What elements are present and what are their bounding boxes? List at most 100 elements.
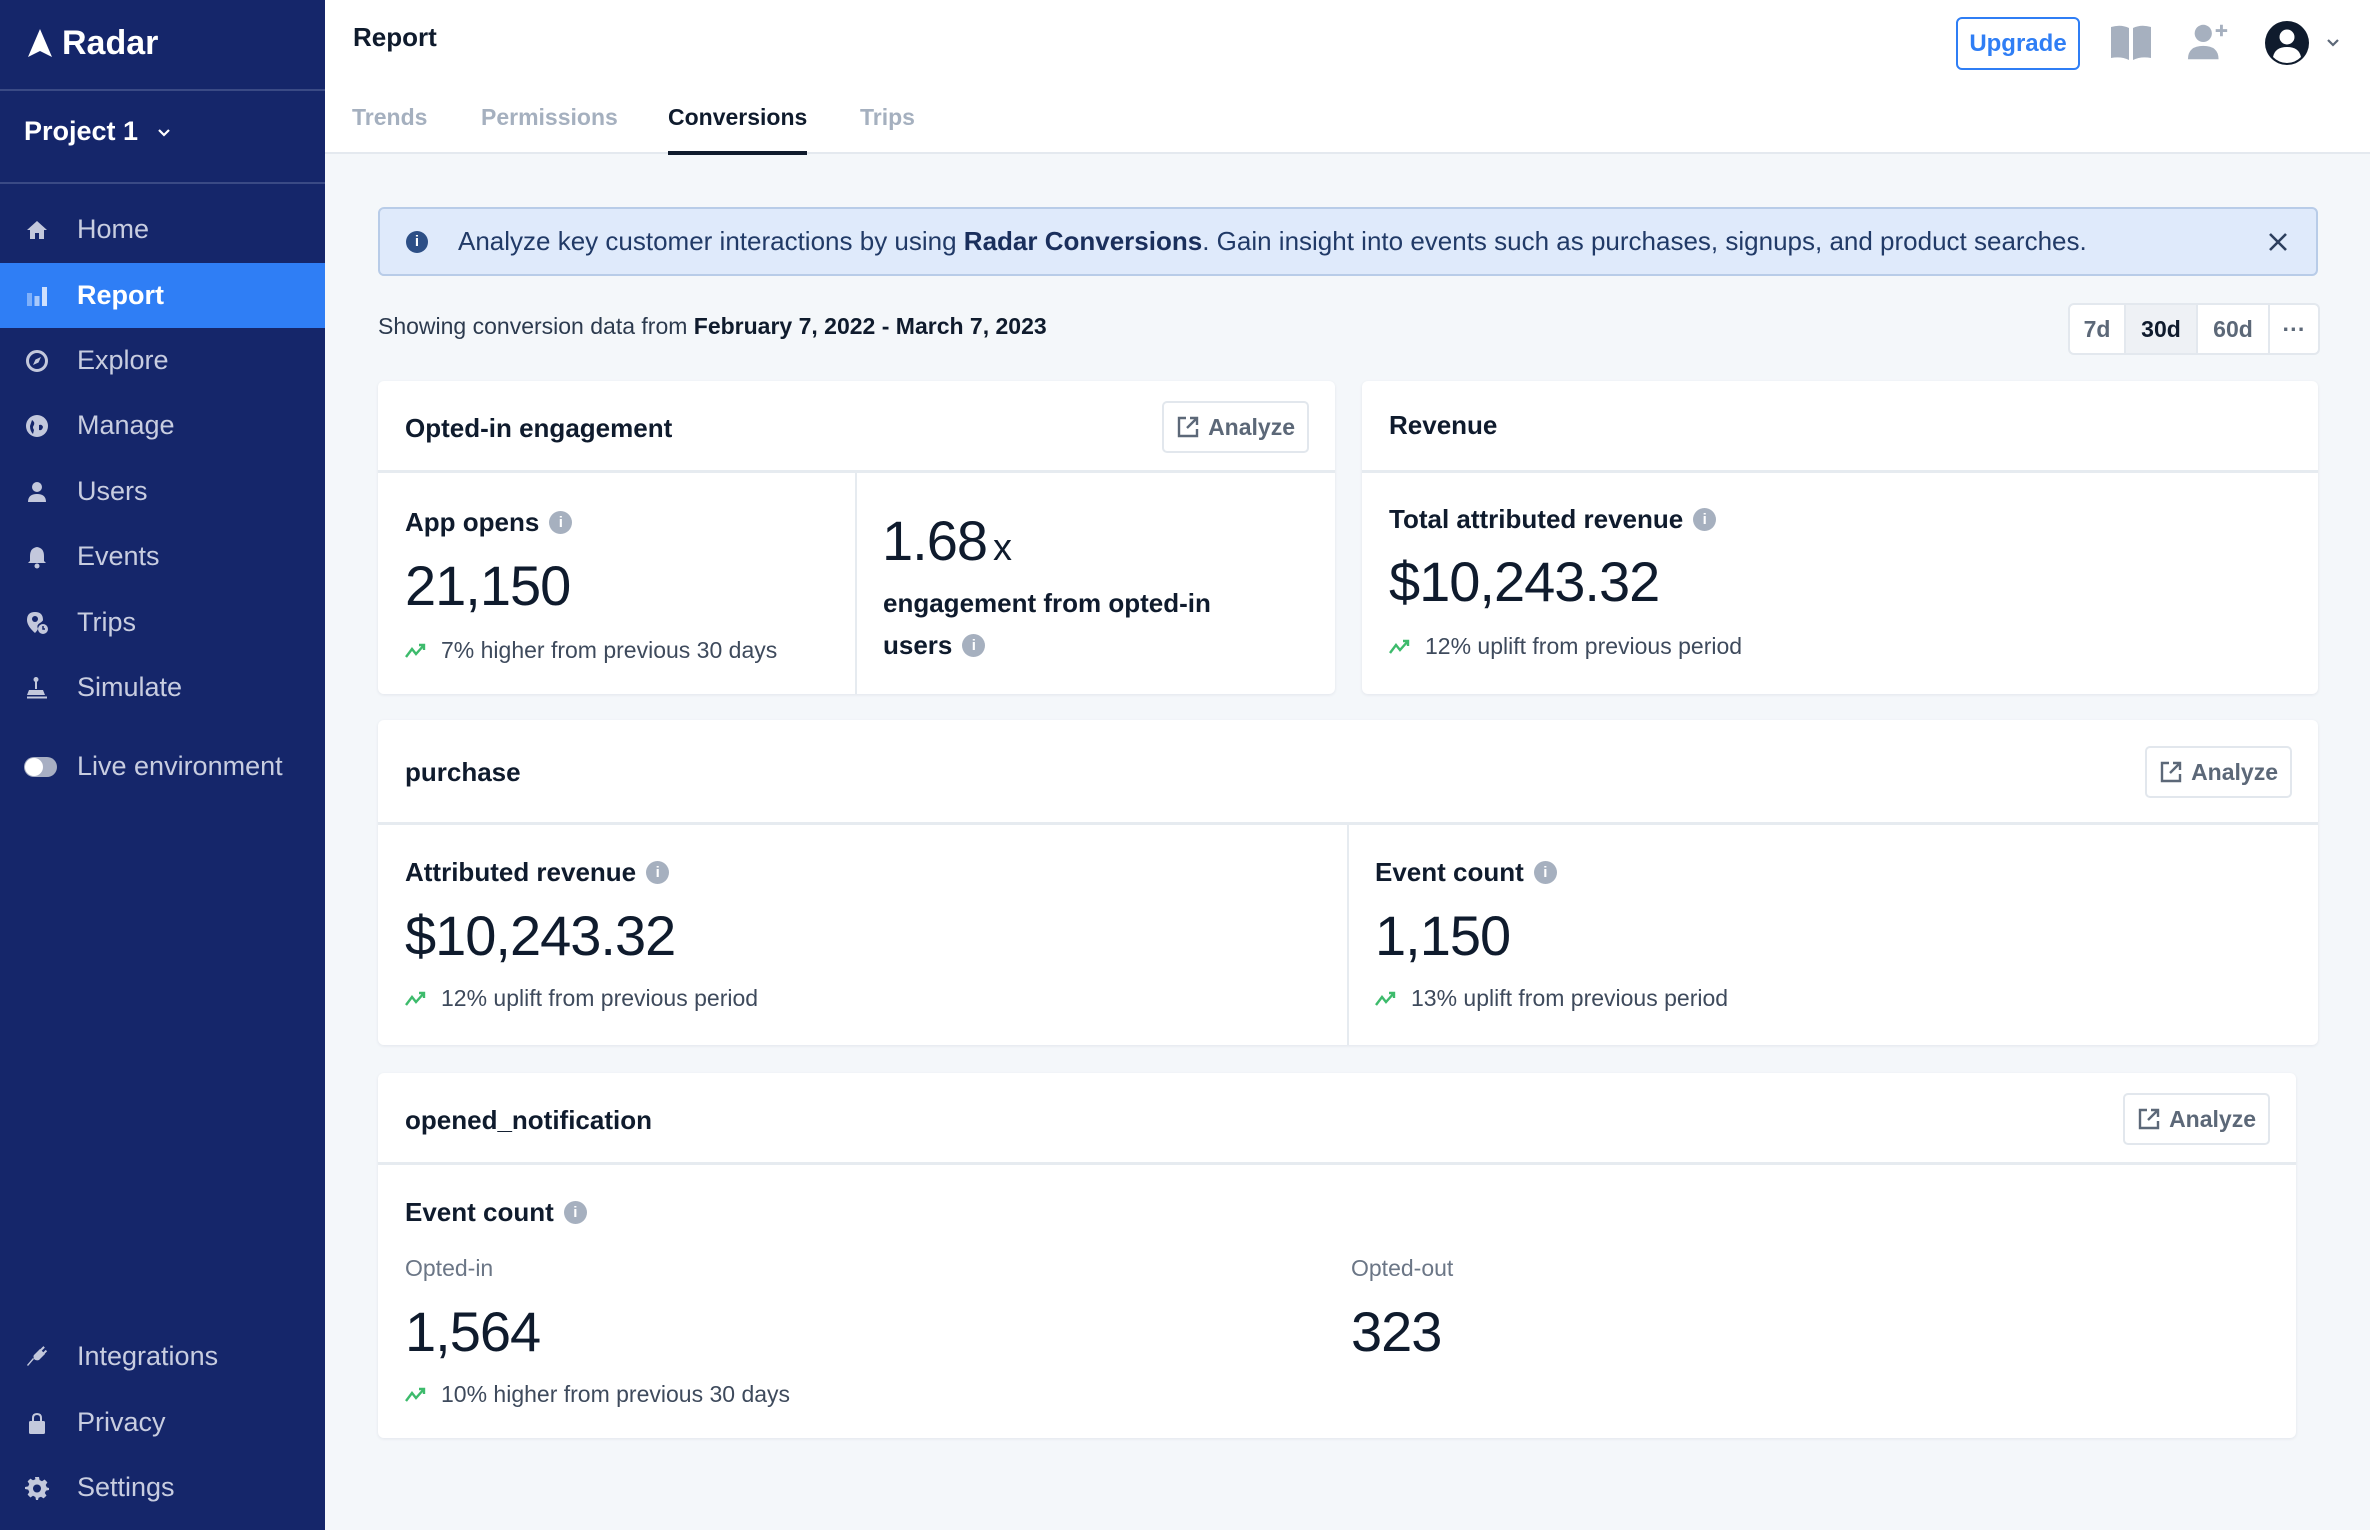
top-header: Report Trends Permissions Conversions Tr… <box>325 0 2370 155</box>
sidebar-item-report[interactable]: Report <box>0 263 325 328</box>
engagement-multiplier-label: engagement from opted-in <box>883 588 1211 618</box>
card-header: purchase Analyze <box>378 720 2318 825</box>
event-count-label: Event count i <box>1375 857 1557 888</box>
range-7d-button[interactable]: 7d <box>2070 305 2126 353</box>
live-environment-toggle[interactable]: Live environment <box>0 734 325 799</box>
sidebar-item-label: Settings <box>77 1472 175 1502</box>
trend-up-icon <box>405 991 426 1006</box>
close-icon[interactable] <box>2264 228 2292 256</box>
attributed-revenue-value: $10,243.32 <box>405 904 676 967</box>
event-count-trend: 13% uplift from previous period <box>1375 985 1728 1012</box>
start-date: February 7, 2022 <box>693 313 876 339</box>
plug-icon <box>24 1344 50 1370</box>
upgrade-button[interactable]: Upgrade <box>1956 17 2080 70</box>
sidebar-item-users[interactable]: Users <box>0 459 325 524</box>
globe-icon <box>24 413 50 439</box>
sidebar: Radar Project 1 Home Report Explore Mana… <box>0 0 325 1530</box>
bell-icon <box>24 544 50 570</box>
card-title: Opted-in engagement <box>405 413 673 443</box>
joystick-icon <box>24 675 50 701</box>
tab-trips[interactable]: Trips <box>860 104 915 154</box>
card-title: opened_notification <box>405 1105 652 1135</box>
opted-in-label: Opted-in <box>405 1255 494 1281</box>
app-opens-label: App opens i <box>405 507 573 538</box>
trend-up-icon <box>405 1387 426 1402</box>
end-date: March 7, 2023 <box>895 313 1047 339</box>
opted-in-trend: 10% higher from previous 30 days <box>405 1381 790 1408</box>
sidebar-item-integrations[interactable]: Integrations <box>0 1324 325 1389</box>
info-icon[interactable]: i <box>563 1201 587 1224</box>
sidebar-item-trips[interactable]: Trips <box>0 590 325 655</box>
range-60d-button[interactable]: 60d <box>2198 305 2270 353</box>
tab-trends[interactable]: Trends <box>352 104 427 154</box>
sidebar-item-label: Report <box>77 280 164 310</box>
info-icon[interactable]: i <box>1533 861 1557 884</box>
revenue-trend: 12% uplift from previous period <box>1389 633 1742 660</box>
card-header: Revenue <box>1362 381 2318 473</box>
toggle-switch[interactable] <box>24 756 57 777</box>
sidebar-item-label: Home <box>77 214 150 244</box>
vertical-divider <box>855 473 857 694</box>
opted-in-value: 1,564 <box>405 1300 541 1363</box>
live-environment-label: Live environment <box>77 751 283 781</box>
info-icon[interactable]: i <box>646 861 670 884</box>
radar-logo[interactable]: Radar <box>28 22 158 64</box>
total-attributed-revenue-value: $10,243.32 <box>1389 550 1660 613</box>
external-link-icon <box>1177 416 1199 438</box>
radar-conversions-link[interactable]: Radar Conversions <box>964 226 1202 256</box>
info-banner: i Analyze key customer interactions by u… <box>378 207 2318 276</box>
sidebar-item-label: Privacy <box>77 1407 166 1437</box>
sidebar-item-settings[interactable]: Settings <box>0 1455 325 1520</box>
external-link-icon <box>2138 1108 2160 1130</box>
banner-message: Analyze key customer interactions by usi… <box>458 226 2087 256</box>
sidebar-item-label: Integrations <box>77 1341 219 1371</box>
more-options-button[interactable]: ··· <box>2270 305 2318 353</box>
tab-conversions[interactable]: Conversions <box>668 104 808 155</box>
gear-icon <box>24 1475 50 1501</box>
info-icon[interactable]: i <box>549 511 573 534</box>
sidebar-item-home[interactable]: Home <box>0 197 325 262</box>
card-header: opened_notification Analyze <box>378 1073 2296 1165</box>
chevron-down-icon <box>158 128 170 137</box>
project-name: Project 1 <box>24 116 139 146</box>
info-icon[interactable]: i <box>1693 508 1717 531</box>
map-pin-clock-icon <box>24 610 50 636</box>
analyze-button[interactable]: Analyze <box>1162 401 1309 453</box>
sidebar-item-explore[interactable]: Explore <box>0 328 325 393</box>
engagement-multiplier-label-cont: users i <box>883 630 986 661</box>
trend-up-icon <box>1375 991 1396 1006</box>
compass-icon <box>24 348 50 374</box>
sidebar-item-label: Manage <box>77 410 175 440</box>
lock-icon <box>24 1410 50 1436</box>
tab-permissions[interactable]: Permissions <box>481 104 618 154</box>
radar-arrow-icon <box>28 29 52 57</box>
sidebar-item-manage[interactable]: Manage <box>0 393 325 458</box>
sidebar-item-simulate[interactable]: Simulate <box>0 655 325 720</box>
revenue-card: Revenue Total attributed revenue i $10,24… <box>1362 381 2318 694</box>
sidebar-item-label: Explore <box>77 345 169 375</box>
project-selector[interactable]: Project 1 <box>24 116 172 147</box>
engagement-multiplier: 1.68 x <box>882 509 1012 572</box>
page-title: Report <box>353 22 437 52</box>
purchase-card: purchase Analyze Attributed revenue i $10… <box>378 720 2318 1045</box>
info-icon[interactable]: i <box>962 634 986 657</box>
app-opens-value: 21,150 <box>405 554 571 617</box>
analyze-button[interactable]: Analyze <box>2145 746 2292 798</box>
event-count-label: Event count i <box>405 1197 587 1228</box>
event-count-value: 1,150 <box>1375 904 1511 967</box>
book-icon[interactable] <box>2109 20 2153 64</box>
range-30d-button[interactable]: 30d <box>2126 305 2198 353</box>
sidebar-item-privacy[interactable]: Privacy <box>0 1390 325 1455</box>
attributed-revenue-trend: 12% uplift from previous period <box>405 985 758 1012</box>
card-title: Revenue <box>1389 410 1498 440</box>
date-range-summary: Showing conversion data from February 7,… <box>378 313 1047 339</box>
opted-out-label: Opted-out <box>1351 1255 1454 1281</box>
bar-chart-icon <box>24 283 50 309</box>
trend-up-icon <box>405 643 426 658</box>
card-header: Opted-in engagement Analyze <box>378 381 1335 473</box>
external-link-icon <box>2160 761 2182 783</box>
analyze-button[interactable]: Analyze <box>2123 1093 2270 1145</box>
sidebar-item-events[interactable]: Events <box>0 524 325 589</box>
add-user-icon[interactable] <box>2187 20 2231 64</box>
account-menu[interactable] <box>2265 20 2341 66</box>
